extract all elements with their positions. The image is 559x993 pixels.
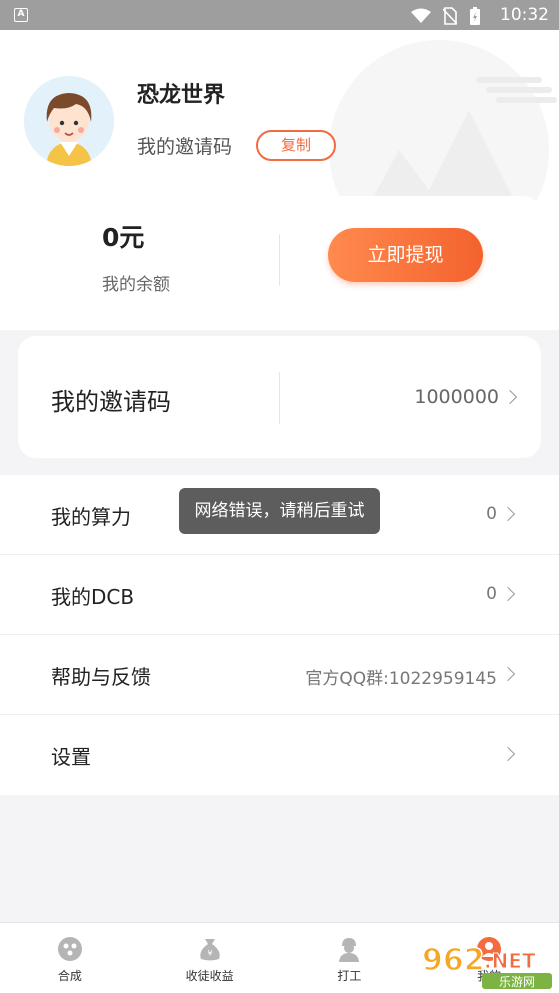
synthesis-icon: [57, 937, 82, 961]
nav-tab-apprentice-income[interactable]: ¥ 收徒收益: [140, 923, 280, 993]
avatar[interactable]: [24, 76, 114, 166]
status-time: 10:32: [500, 5, 549, 25]
menu-item-settings[interactable]: 设置: [0, 715, 559, 795]
menu-item-dcb[interactable]: 我的DCB 0: [0, 555, 559, 635]
balance-label: 我的余额: [102, 275, 170, 295]
svg-text:¥: ¥: [207, 949, 212, 958]
toast-message: 网络错误，请稍后重试: [179, 488, 380, 534]
menu-item-value: 0: [486, 584, 497, 604]
status-icons: [411, 6, 481, 26]
watermark-domain: .NET: [484, 949, 536, 973]
menu-item-label: 帮助与反馈: [51, 665, 151, 689]
menu-item-value: 官方QQ群:1022959145: [305, 669, 497, 689]
app-notification-icon: A: [14, 8, 28, 22]
balance-card: 0元 我的余额 立即提现: [18, 196, 541, 320]
chevron-right-icon: [500, 746, 516, 762]
chevron-right-icon: [500, 666, 516, 682]
avatar-cartoon-icon: [24, 76, 114, 166]
nav-tab-work[interactable]: 打工: [280, 923, 420, 993]
invite-card-label: 我的邀请码: [51, 388, 171, 416]
wifi-icon: [411, 8, 431, 23]
invite-code-label: 我的邀请码: [137, 136, 233, 158]
worker-icon: [339, 938, 360, 962]
nav-tab-synthesis[interactable]: 合成: [0, 923, 140, 993]
menu-item-label: 我的DCB: [51, 585, 135, 609]
invite-code-value: 1000000: [414, 386, 499, 408]
chevron-right-icon: [500, 586, 516, 602]
copy-button[interactable]: 复制: [256, 130, 336, 161]
chevron-right-icon: [502, 389, 518, 405]
no-sim-icon: [443, 7, 457, 25]
nav-label: 打工: [337, 969, 362, 983]
watermark-site-name: 乐游网: [499, 975, 535, 989]
money-bag-icon: ¥: [199, 939, 220, 961]
watermark-number: 962: [422, 943, 485, 978]
username: 恐龙世界: [137, 83, 226, 108]
status-bar: A 10:32: [0, 0, 559, 30]
divider: [279, 234, 280, 286]
invite-code-card[interactable]: 我的邀请码 1000000: [18, 336, 541, 458]
battery-charging-icon: [470, 7, 480, 25]
watermark-logo: 962 .NET 乐游网: [421, 942, 552, 989]
balance-amount: 0元: [102, 223, 145, 252]
menu-item-help-feedback[interactable]: 帮助与反馈 官方QQ群:1022959145: [0, 635, 559, 715]
menu-item-value: 0: [486, 504, 497, 524]
divider: [279, 372, 280, 424]
withdraw-button[interactable]: 立即提现: [328, 228, 483, 282]
menu-item-label: 我的算力: [51, 505, 131, 529]
nav-label: 合成: [57, 969, 82, 983]
chevron-right-icon: [500, 506, 516, 522]
nav-label: 收徒收益: [185, 969, 234, 983]
menu-item-label: 设置: [51, 745, 91, 769]
